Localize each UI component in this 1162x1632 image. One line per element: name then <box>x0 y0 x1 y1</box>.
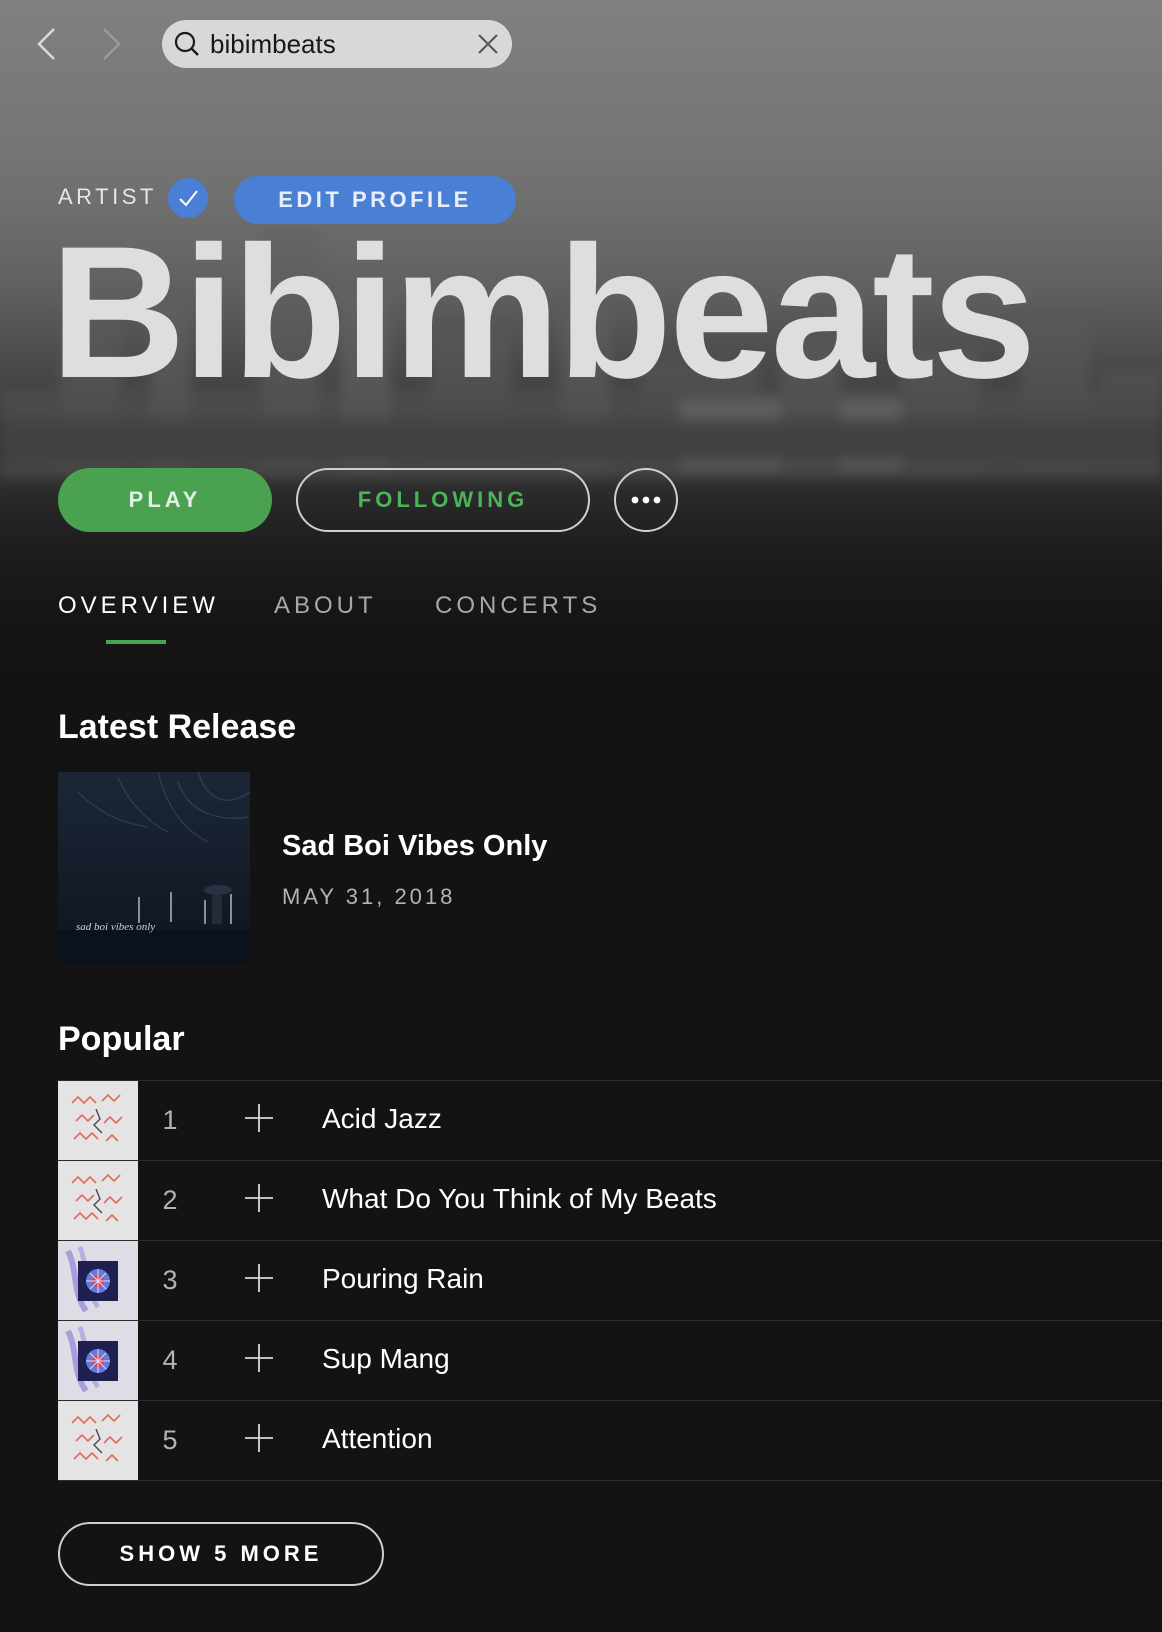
checkmark-icon <box>179 190 198 207</box>
track-title: Pouring Rain <box>322 1263 484 1294</box>
track-number: 5 <box>162 1425 178 1455</box>
track-title: Attention <box>322 1423 433 1454</box>
search-bar[interactable] <box>162 20 512 68</box>
play-button[interactable]: PLAY <box>58 468 272 532</box>
track-number: 3 <box>162 1265 178 1295</box>
track-row[interactable]: 5 Attention <box>58 1401 1162 1481</box>
search-icon <box>174 31 199 56</box>
chevron-right-icon <box>103 28 121 60</box>
album-cover-text: sad boi vibes only <box>76 921 155 933</box>
track-thumbnail <box>58 1401 138 1480</box>
chevron-left-icon <box>37 28 55 60</box>
album-cover-image: sad boi vibes only <box>58 771 251 964</box>
track-row[interactable]: 2 What Do You Think of My Beats <box>58 1161 1162 1241</box>
search-input[interactable] <box>210 26 460 62</box>
more-options-button[interactable] <box>614 468 678 532</box>
close-icon[interactable] <box>476 32 500 56</box>
latest-release-date: MAY 31, 2018 <box>282 884 456 909</box>
ellipsis-icon <box>631 496 661 504</box>
latest-release-title[interactable]: Sad Boi Vibes Only <box>282 830 547 863</box>
plus-icon[interactable] <box>242 1101 276 1135</box>
popular-track-list: 1 Acid Jazz 2 What Do You Think of My Be… <box>58 1080 1162 1481</box>
track-title: What Do You Think of My Beats <box>322 1183 717 1214</box>
back-button[interactable] <box>26 24 66 64</box>
active-tab-indicator <box>106 640 166 644</box>
latest-release-heading: Latest Release <box>58 708 297 746</box>
artist-name: Bibimbeats <box>50 207 1036 417</box>
following-button[interactable]: FOLLOWING <box>296 468 590 532</box>
plus-icon[interactable] <box>242 1341 276 1375</box>
track-thumbnail <box>58 1081 138 1160</box>
tab-about[interactable]: ABOUT <box>274 592 377 620</box>
track-row[interactable]: 3 Pouring Rain <box>58 1241 1162 1321</box>
plus-icon[interactable] <box>242 1261 276 1295</box>
track-title: Acid Jazz <box>322 1103 442 1134</box>
track-row[interactable]: 4 Sup Mang <box>58 1321 1162 1401</box>
latest-release-cover[interactable]: sad boi vibes only <box>58 771 251 964</box>
plus-icon[interactable] <box>242 1181 276 1215</box>
artist-page: ARTIST EDIT PROFILE Bibimbeats PLAY FOLL… <box>0 0 1162 1632</box>
track-title: Sup Mang <box>322 1343 450 1374</box>
tab-concerts[interactable]: CONCERTS <box>435 592 601 620</box>
track-thumbnail <box>58 1241 138 1320</box>
track-thumbnail <box>58 1161 138 1240</box>
track-number: 1 <box>162 1105 178 1135</box>
plus-icon[interactable] <box>242 1421 276 1455</box>
show-more-button[interactable]: SHOW 5 MORE <box>58 1522 384 1586</box>
track-number: 2 <box>162 1185 178 1215</box>
track-number: 4 <box>162 1345 178 1375</box>
track-thumbnail <box>58 1321 138 1400</box>
popular-heading: Popular <box>58 1020 185 1058</box>
forward-button[interactable] <box>92 24 132 64</box>
tab-overview[interactable]: OVERVIEW <box>58 592 219 620</box>
track-row[interactable]: 1 Acid Jazz <box>58 1081 1162 1161</box>
